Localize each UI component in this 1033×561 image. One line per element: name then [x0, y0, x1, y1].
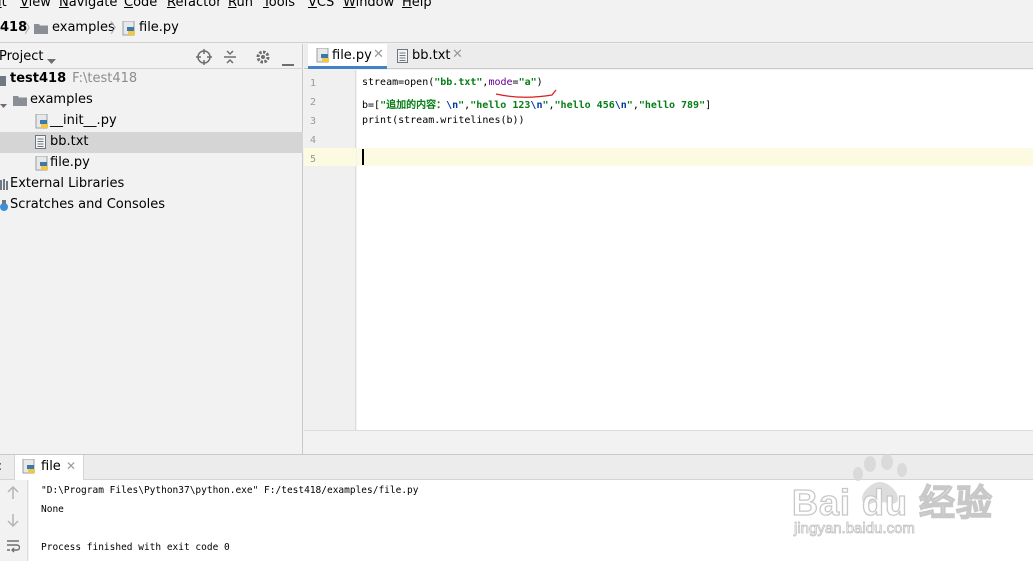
code-token: b=[ — [362, 100, 381, 111]
tree-item-label: file.py — [50, 155, 90, 170]
console-line: None — [41, 504, 64, 515]
menu-refactor[interactable]: Refactor — [167, 0, 222, 10]
breadcrumb-folder[interactable]: examples — [52, 20, 115, 35]
project-panel: Project test418 F:\test418 examples __in… — [0, 44, 303, 454]
run-label-edge: : — [0, 459, 2, 474]
tab-bb-txt[interactable]: bb.txt ✕ — [388, 44, 466, 69]
tree-item-scratches[interactable]: Scratches and Consoles — [0, 195, 303, 216]
collapse-all-icon[interactable] — [223, 49, 237, 69]
code-line-1: stream=open("bb.txt",mode="a") — [362, 77, 543, 88]
line-number: 2 — [310, 97, 317, 108]
close-icon[interactable]: ✕ — [452, 47, 463, 62]
soft-wrap-icon[interactable] — [6, 539, 21, 557]
folder-icon — [34, 23, 48, 34]
tree-item-file-py[interactable]: file.py — [0, 153, 303, 174]
project-root-path: F:\test418 — [72, 71, 138, 86]
tab-label: file.py — [332, 48, 372, 63]
python-file-icon — [35, 113, 49, 134]
breadcrumb-file[interactable]: file.py — [139, 20, 179, 35]
close-icon[interactable]: ✕ — [373, 47, 384, 62]
editor-status-strip — [304, 430, 1033, 454]
text-caret — [362, 149, 364, 165]
locate-target-icon[interactable] — [196, 49, 212, 69]
tree-item-label: __init__.py — [50, 113, 117, 128]
line-number: 5 — [310, 154, 317, 165]
tree-item-project-root[interactable]: test418 F:\test418 — [0, 69, 303, 90]
project-panel-header: Project — [0, 44, 303, 69]
tree-item-label: Scratches and Consoles — [10, 197, 166, 212]
code-string: "hello 456 — [554, 100, 615, 111]
tree-item-label: External Libraries — [10, 176, 125, 191]
code-token: ) — [536, 77, 543, 88]
run-tool-window-header: : file ✕ — [0, 454, 1033, 480]
tree-item-label: examples — [30, 92, 93, 107]
scratches-icon — [0, 200, 9, 216]
caret-line-highlight — [357, 148, 1033, 166]
code-string: "a" — [518, 77, 537, 88]
annotation-underline — [495, 89, 557, 98]
menu-bar: it View Navigate Code Refactor Run Tools… — [0, 0, 1033, 12]
console-line: "D:\Program Files\Python37\python.exe" F… — [41, 485, 419, 496]
close-icon[interactable]: ✕ — [66, 459, 76, 473]
code-string: "hello 123 — [470, 100, 531, 111]
gear-icon[interactable] — [255, 49, 271, 69]
menu-help[interactable]: Help — [402, 0, 432, 10]
arrow-up-icon[interactable] — [7, 485, 19, 504]
text-file-icon — [35, 135, 47, 154]
line-number: 4 — [310, 135, 317, 146]
python-file-icon — [22, 458, 36, 479]
minimize-icon[interactable] — [282, 55, 294, 70]
line-number: 3 — [310, 116, 317, 127]
tree-item-label: bb.txt — [50, 134, 89, 149]
menu-edit[interactable]: it — [0, 0, 7, 10]
console-line: Process finished with exit code 0 — [41, 542, 230, 553]
menu-view[interactable]: View — [20, 0, 51, 10]
line-number: 1 — [310, 78, 317, 89]
tree-item-init-py[interactable]: __init__.py — [0, 111, 303, 132]
arrow-down-icon[interactable] — [7, 513, 19, 531]
code-string: "追加的内容： — [380, 100, 447, 111]
chevron-down-icon[interactable] — [47, 54, 56, 69]
menu-window[interactable]: Window — [343, 0, 394, 10]
run-tab-label: file — [41, 459, 61, 474]
python-file-icon — [122, 20, 136, 37]
python-file-icon — [35, 155, 49, 176]
navigation-bar: 418 〉 examples 〉 file.py — [0, 13, 1033, 43]
folder-icon — [13, 95, 27, 110]
tab-file-py[interactable]: file.py ✕ — [308, 44, 387, 69]
menu-vcs[interactable]: VCS — [308, 0, 334, 10]
menu-code[interactable]: Code — [124, 0, 157, 10]
tab-run-file[interactable]: file ✕ — [14, 455, 84, 480]
tree-item-external-libraries[interactable]: External Libraries — [0, 174, 303, 195]
code-line-3: print(stream.writelines(b)) — [362, 115, 525, 126]
project-root-name: test418 — [10, 71, 67, 86]
code-token: stream=open( — [362, 77, 435, 88]
code-escape: \n — [446, 100, 459, 111]
python-file-icon — [316, 47, 330, 68]
code-keyword-arg: mode — [488, 77, 513, 88]
project-view-selector[interactable]: Project — [0, 49, 43, 64]
run-console-output[interactable]: "D:\Program Files\Python37\python.exe" F… — [29, 480, 1033, 561]
tab-label: bb.txt — [412, 48, 451, 63]
module-folder-icon — [0, 75, 6, 90]
menu-navigate[interactable]: Navigate — [59, 0, 117, 10]
editor-tabs: file.py ✕ bb.txt ✕ — [304, 44, 1033, 69]
menu-run[interactable]: Run — [228, 0, 253, 10]
code-token: ] — [705, 100, 712, 111]
code-escape: \n — [530, 100, 543, 111]
menu-tools[interactable]: Tools — [263, 0, 295, 10]
code-escape: \n — [614, 100, 627, 111]
code-string: "bb.txt" — [434, 77, 483, 88]
library-icon — [0, 179, 8, 194]
text-file-icon — [397, 49, 409, 68]
code-string: "hello 789" — [638, 100, 706, 111]
tree-item-bb-txt[interactable]: bb.txt — [0, 132, 303, 153]
tree-item-examples[interactable]: examples — [0, 90, 303, 111]
run-toolbar — [0, 480, 28, 561]
